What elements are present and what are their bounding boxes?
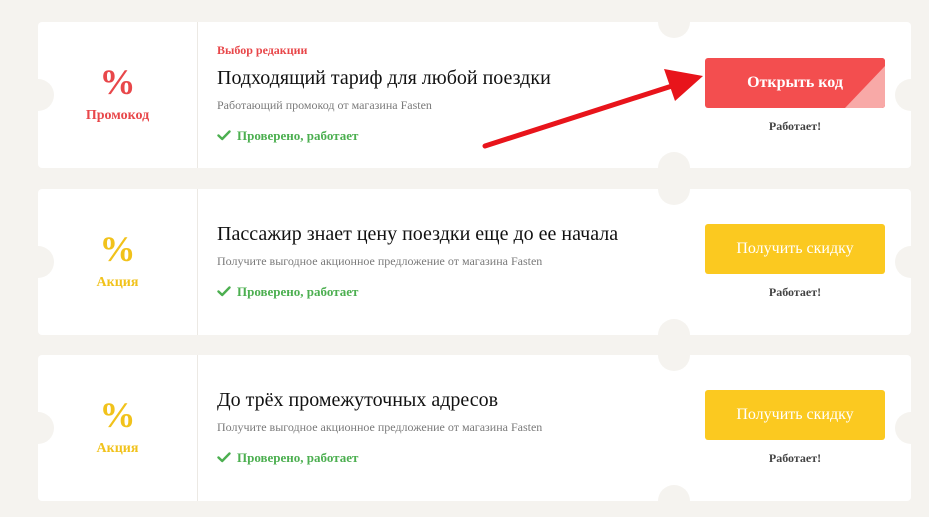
verified-status: Проверено, работает bbox=[217, 128, 358, 144]
coupon-card-action: % Акция Пассажир знает цену поездки еще … bbox=[22, 173, 927, 351]
ticket-notch bbox=[658, 485, 690, 517]
percent-icon: % bbox=[99, 395, 136, 435]
verified-status: Проверено, работает bbox=[217, 284, 358, 300]
coupon-title: Подходящий тариф для любой поездки bbox=[217, 67, 551, 89]
verified-status: Проверено, работает bbox=[217, 450, 358, 466]
get-discount-button[interactable]: Получить скидку bbox=[705, 224, 885, 274]
coupon-subtitle: Работающий промокод от магазина Fasten bbox=[217, 98, 432, 112]
checkmark-icon bbox=[217, 285, 231, 296]
percent-icon: % bbox=[99, 62, 136, 102]
ticket-notch bbox=[895, 412, 927, 444]
code-fold-corner bbox=[845, 66, 885, 108]
coupon-type-label: Акция bbox=[96, 275, 139, 290]
get-discount-button-label: Получить скидку bbox=[736, 406, 854, 423]
coupon-type-label: Акция bbox=[96, 441, 139, 456]
coupon-subtitle: Получите выгодное акционное предложение … bbox=[217, 420, 543, 434]
coupon-type-label: Промокод bbox=[85, 108, 150, 123]
ticket-notch bbox=[895, 246, 927, 278]
percent-icon: % bbox=[99, 229, 136, 269]
verified-text: Проверено, работает bbox=[237, 284, 359, 299]
get-discount-button[interactable]: Получить скидку bbox=[705, 390, 885, 440]
coupon-subtitle: Получите выгодное акционное предложение … bbox=[217, 254, 543, 268]
open-code-button[interactable]: Открыть код bbox=[705, 58, 885, 108]
get-discount-button-label: Получить скидку bbox=[736, 240, 854, 257]
coupon-type-panel: % Акция bbox=[38, 189, 198, 335]
coupon-type-panel: % Промокод bbox=[38, 22, 198, 168]
coupon-card-promocode: % Промокод Выбор редакции Подходящий тар… bbox=[22, 6, 927, 184]
works-status: Работает! bbox=[768, 285, 822, 299]
works-status: Работает! bbox=[768, 119, 822, 133]
checkmark-icon bbox=[217, 451, 231, 462]
coupon-title: Пассажир знает цену поездки еще до ее на… bbox=[217, 223, 619, 245]
coupon-type-panel: % Акция bbox=[38, 355, 198, 501]
verified-text: Проверено, работает bbox=[237, 128, 359, 143]
checkmark-icon bbox=[217, 129, 231, 140]
ticket-notch bbox=[658, 339, 690, 371]
ticket-notch bbox=[895, 79, 927, 111]
coupon-title: До трёх промежуточных адресов bbox=[217, 389, 499, 411]
verified-text: Проверено, работает bbox=[237, 450, 359, 465]
editors-choice-label: Выбор редакции bbox=[217, 43, 308, 57]
ticket-notch bbox=[658, 6, 690, 38]
works-status: Работает! bbox=[768, 451, 822, 465]
open-code-button-label: Открыть код bbox=[747, 74, 843, 91]
ticket-notch bbox=[658, 173, 690, 205]
coupon-card-action: % Акция До трёх промежуточных адресов По… bbox=[22, 339, 927, 517]
